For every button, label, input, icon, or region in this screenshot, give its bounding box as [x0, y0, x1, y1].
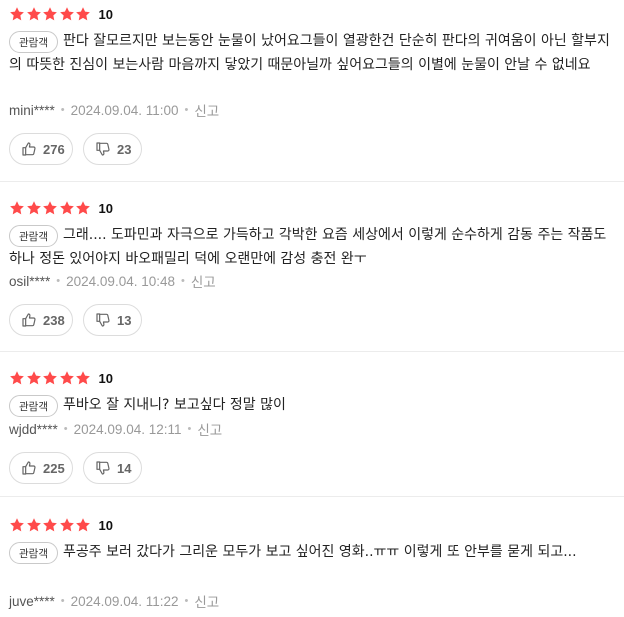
review-text: 푸바오 잘 지내니? 보고싶다 정말 많이	[63, 397, 286, 413]
dislike-count: 13	[117, 312, 132, 328]
review-date: 2024.09.04. 11:00	[70, 102, 179, 118]
star-icon	[9, 517, 25, 533]
review-divider	[0, 181, 624, 182]
star-icon	[9, 200, 25, 216]
rating-score: 10	[98, 370, 113, 386]
username: juve****	[9, 593, 55, 609]
separator-dot: •	[184, 595, 189, 607]
star-icon	[26, 517, 42, 533]
rating-score: 10	[98, 6, 113, 22]
username: wjdd****	[9, 421, 58, 437]
star-icon	[42, 6, 58, 22]
thumbs-down-icon	[95, 460, 111, 476]
like-button[interactable]: 276	[9, 133, 73, 165]
thumbs-up-icon	[21, 141, 37, 157]
review-date: 2024.09.04. 12:11	[73, 421, 182, 437]
review-meta: wjdd**** • 2024.09.04. 12:11 • 신고	[9, 419, 222, 439]
review-item: 10 관람객 판다 잘모르지만 보는동안 눈물이 났어요그들이 열광한건 단순히…	[0, 4, 624, 174]
star-icon	[75, 370, 91, 386]
separator-dot: •	[60, 104, 65, 116]
star-icon	[75, 517, 91, 533]
thumbs-down-icon	[95, 312, 111, 328]
separator-dot: •	[187, 423, 192, 435]
star-icon	[26, 6, 42, 22]
like-count: 238	[43, 312, 65, 328]
separator-dot: •	[56, 275, 61, 287]
report-link[interactable]: 신고	[191, 271, 216, 291]
review-meta: osil**** • 2024.09.04. 10:48 • 신고	[9, 271, 216, 291]
star-icon	[42, 370, 58, 386]
star-icon	[75, 200, 91, 216]
thumbs-down-icon	[95, 141, 111, 157]
like-button[interactable]: 225	[9, 452, 73, 484]
report-link[interactable]: 신고	[194, 591, 219, 611]
rating-score: 10	[98, 517, 113, 533]
star-icon	[42, 200, 58, 216]
star-rating: 10	[9, 4, 113, 24]
report-link[interactable]: 신고	[197, 419, 222, 439]
star-icon	[9, 6, 25, 22]
separator-dot: •	[60, 595, 65, 607]
star-rating: 10	[9, 515, 113, 535]
review-date: 2024.09.04. 10:48	[66, 273, 175, 289]
star-icon	[9, 370, 25, 386]
vote-buttons: 225 14	[9, 452, 142, 484]
username: mini****	[9, 102, 55, 118]
separator-dot: •	[63, 423, 68, 435]
star-icon	[26, 370, 42, 386]
separator-dot: •	[181, 275, 185, 287]
star-icon	[59, 200, 75, 216]
username: osil****	[9, 273, 51, 289]
review-date: 2024.09.04. 11:22	[70, 593, 179, 609]
thumbs-up-icon	[21, 312, 37, 328]
star-icon	[59, 517, 75, 533]
separator-dot: •	[184, 104, 189, 116]
review-item: 10 관람객 그래.... 도파민과 자극으로 가득하고 각박한 요즘 세상에서…	[0, 198, 624, 343]
star-icon	[59, 370, 75, 386]
dislike-count: 14	[117, 460, 132, 476]
dislike-button[interactable]: 13	[83, 304, 142, 336]
review-divider	[0, 496, 624, 497]
star-icon	[26, 200, 42, 216]
review-meta: juve**** • 2024.09.04. 11:22 • 신고	[9, 591, 219, 611]
like-count: 276	[43, 141, 65, 157]
star-icon	[75, 6, 91, 22]
review-text: 그래.... 도파민과 자극으로 가득하고 각박한 요즘 세상에서 이렇게 순수…	[9, 227, 607, 267]
review-meta: mini**** • 2024.09.04. 11:00 • 신고	[9, 100, 219, 120]
dislike-count: 23	[117, 141, 132, 157]
star-rating: 10	[9, 368, 113, 388]
review-divider	[0, 351, 624, 352]
thumbs-up-icon	[21, 460, 37, 476]
dislike-button[interactable]: 14	[83, 452, 142, 484]
review-text: 푸공주 보러 갔다가 그리운 모두가 보고 싶어진 영화..ㅠㅠ 이렇게 또 안…	[63, 544, 577, 560]
dislike-button[interactable]: 23	[83, 133, 142, 165]
review-item: 10 관람객 푸바오 잘 지내니? 보고싶다 정말 많이 wjdd**** • …	[0, 368, 624, 488]
star-icon	[59, 6, 75, 22]
like-button[interactable]: 238	[9, 304, 73, 336]
vote-buttons: 238 13	[9, 304, 142, 336]
review-text: 판다 잘모르지만 보는동안 눈물이 났어요그들이 열광한건 단순히 판다의 귀여…	[9, 33, 610, 73]
vote-buttons: 276 23	[9, 133, 142, 165]
star-rating: 10	[9, 198, 113, 218]
rating-score: 10	[98, 200, 113, 216]
like-count: 225	[43, 460, 65, 476]
review-item: 10 관람객 푸공주 보러 갔다가 그리운 모두가 보고 싶어진 영화..ㅠㅠ …	[0, 515, 624, 615]
star-icon	[42, 517, 58, 533]
report-link[interactable]: 신고	[194, 100, 219, 120]
